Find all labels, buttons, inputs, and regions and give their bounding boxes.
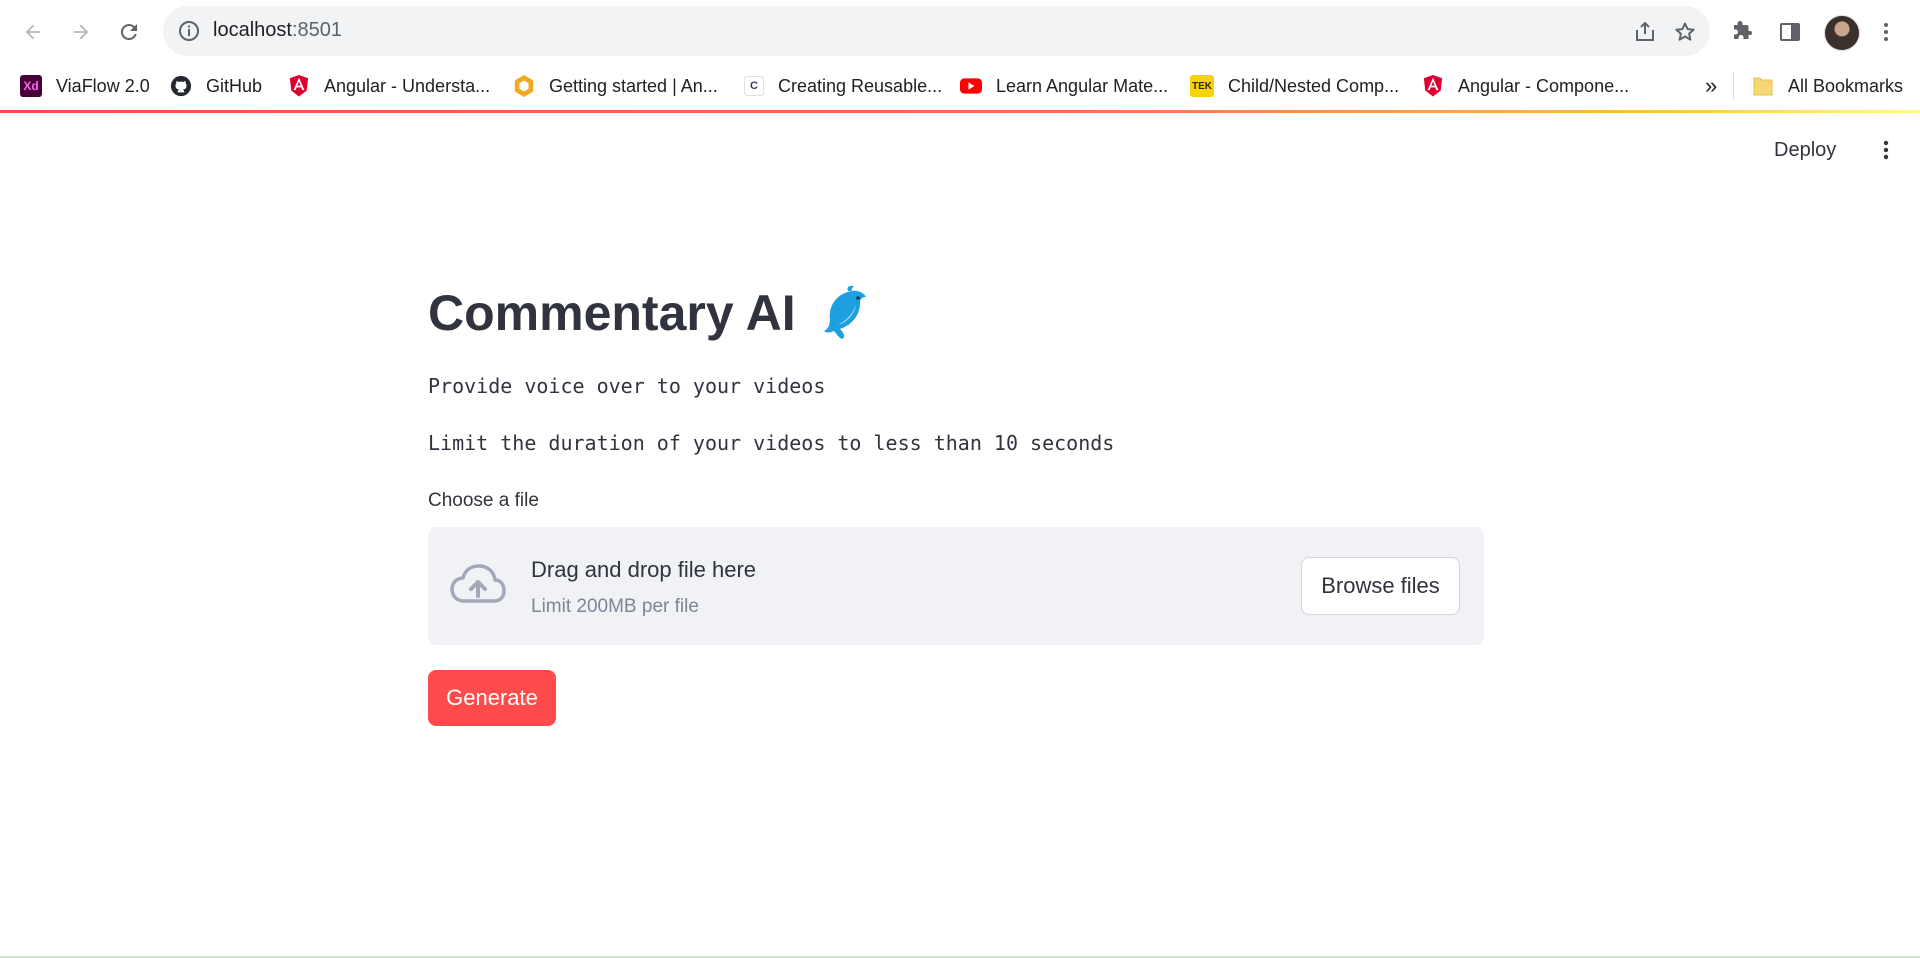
url-text: localhost:8501 [213, 19, 342, 42]
forward-button[interactable] [61, 12, 101, 52]
side-panel-icon[interactable] [1770, 12, 1810, 52]
bookmark-label: Getting started | An... [549, 75, 718, 96]
angular-icon [1422, 75, 1444, 97]
url-port: :8501 [291, 19, 342, 41]
forward-arrow-icon [73, 24, 89, 40]
hexagon-icon [513, 75, 535, 97]
bookmark-angular-understanding[interactable]: Angular - Understa... [288, 72, 490, 100]
app-header-decoration [0, 110, 1920, 113]
page-title: Commentary AI [428, 270, 1484, 356]
bookmark-label: ViaFlow 2.0 [56, 75, 150, 96]
bookmark-child-nested[interactable]: TEK Child/Nested Comp... [1190, 72, 1399, 100]
bookmark-label: Child/Nested Comp... [1228, 75, 1400, 96]
bookmark-label: Angular - Understa... [324, 75, 491, 96]
bookmark-creating-reusable[interactable]: C Creating Reusable... [744, 72, 942, 100]
cloud-upload-icon [450, 563, 506, 612]
bookmarks-divider [1733, 72, 1734, 100]
bookmark-angular-component[interactable]: Angular - Compone... [1422, 72, 1629, 100]
bookmarks-overflow-button[interactable]: » [1705, 72, 1717, 100]
bookmark-star-icon[interactable] [1671, 18, 1699, 46]
deploy-button[interactable]: Deploy [1764, 132, 1846, 168]
c-icon: C [744, 76, 764, 96]
bookmark-getting-started[interactable]: Getting started | An... [513, 72, 718, 100]
reload-icon [120, 24, 137, 41]
generate-button[interactable]: Generate [428, 670, 556, 726]
all-bookmarks-button[interactable]: All Bookmarks [1752, 72, 1903, 100]
dropzone-instructions: Drag and drop file here [531, 557, 757, 582]
subtitle-text: Provide voice over to your videos [428, 374, 826, 398]
app-menu-icon[interactable] [1870, 134, 1902, 166]
profile-avatar[interactable] [1824, 15, 1860, 51]
duration-limit-text: Limit the duration of your videos to les… [428, 431, 1115, 455]
reload-button[interactable] [109, 12, 149, 52]
bookmark-label: Angular - Compone... [1458, 75, 1630, 96]
dolphin-icon [820, 285, 870, 341]
browser-menu-icon[interactable] [1866, 12, 1906, 52]
bookmarks-bar: Xd ViaFlow 2.0 GitHub Angular - Understa… [0, 64, 1920, 108]
bookmark-label: Learn Angular Mate... [996, 75, 1169, 96]
adobe-xd-icon: Xd [20, 75, 42, 97]
bookmark-github[interactable]: GitHub [170, 72, 262, 100]
file-uploader-label: Choose a file [428, 490, 539, 511]
bookmark-viaflow[interactable]: Xd ViaFlow 2.0 [20, 72, 150, 100]
folder-icon [1752, 75, 1774, 97]
page-title-text: Commentary AI [428, 285, 796, 341]
site-info-icon[interactable] [177, 19, 201, 48]
back-button[interactable] [13, 12, 53, 52]
all-bookmarks-label: All Bookmarks [1788, 75, 1904, 96]
browser-toolbar: localhost:8501 [0, 0, 1920, 62]
github-icon [170, 75, 192, 97]
youtube-icon [960, 75, 982, 97]
bookmark-learn-angular-material[interactable]: Learn Angular Mate... [960, 72, 1168, 100]
back-arrow-icon [25, 24, 41, 40]
main-content: Commentary AI Provide voice over to your… [428, 270, 1484, 726]
bookmark-label: GitHub [206, 75, 263, 96]
browse-files-button[interactable]: Browse files [1301, 557, 1460, 615]
extensions-icon[interactable] [1722, 12, 1762, 52]
url-host: localhost [213, 19, 292, 41]
angular-icon [288, 75, 310, 97]
bookmark-label: Creating Reusable... [778, 75, 943, 96]
dropzone-limit: Limit 200MB per file [531, 596, 699, 617]
share-icon[interactable] [1631, 18, 1659, 46]
file-dropzone[interactable]: Drag and drop file here Limit 200MB per … [428, 527, 1484, 645]
tek-icon: TEK [1190, 75, 1214, 97]
address-bar[interactable]: localhost:8501 [163, 6, 1710, 56]
